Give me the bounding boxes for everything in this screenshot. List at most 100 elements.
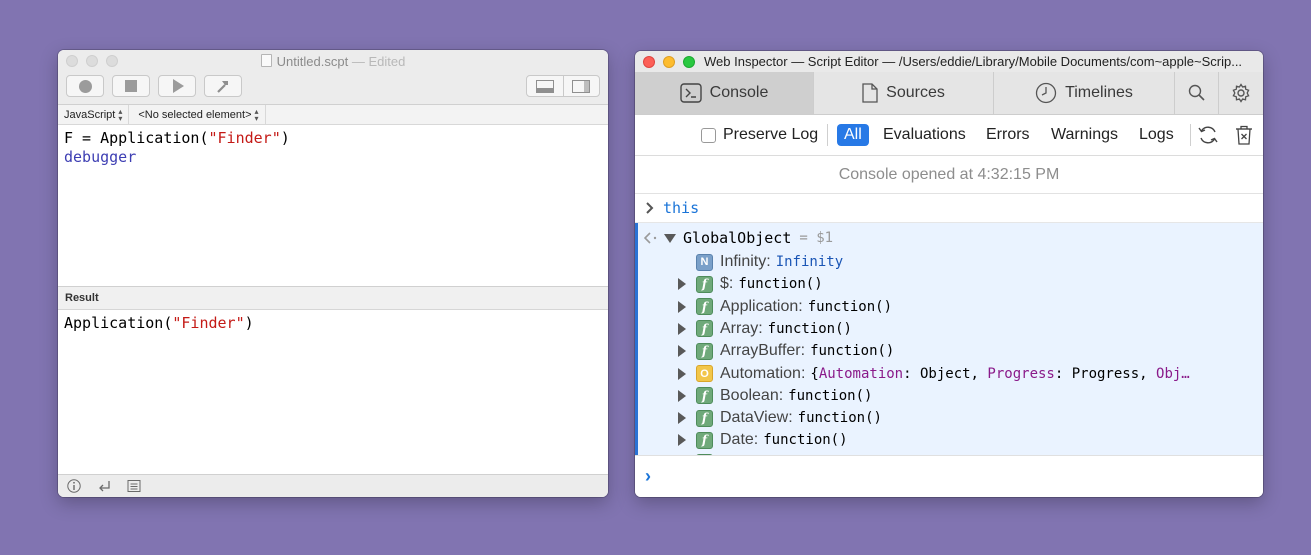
object-reference: = $1 xyxy=(799,230,834,246)
preserve-log-label: Preserve Log xyxy=(723,126,819,143)
value-token: : Progress, xyxy=(1054,365,1157,382)
filter-evaluations[interactable]: Evaluations xyxy=(883,126,966,144)
property-name: Array: xyxy=(720,319,763,337)
search-button[interactable] xyxy=(1175,72,1219,114)
result-arrow-icon xyxy=(644,232,657,244)
value-token: Automation xyxy=(818,365,904,382)
clear-log-icon[interactable] xyxy=(1235,125,1253,145)
script-editor-titlebar: Untitled.scpt — Edited xyxy=(58,50,608,105)
disclosure-triangle-icon[interactable] xyxy=(678,412,686,425)
tab-sources[interactable]: Sources xyxy=(814,72,994,114)
window-controls xyxy=(643,56,695,68)
gear-icon xyxy=(1232,83,1250,103)
property-row[interactable]: f ArrayBuffer: function() xyxy=(678,340,894,362)
show-result-pane-button[interactable] xyxy=(527,76,564,96)
filter-logs[interactable]: Logs xyxy=(1139,126,1174,144)
property-name: DataView: xyxy=(720,409,793,427)
property-name: $: xyxy=(720,275,734,293)
side-pane-icon xyxy=(572,79,591,93)
edited-label: — Edited xyxy=(351,54,406,69)
property-name: Boolean: xyxy=(720,386,784,404)
tab-label: Timelines xyxy=(1065,84,1133,101)
divider xyxy=(827,124,828,146)
language-label: JavaScript xyxy=(64,108,116,121)
result-pane: Application("Finder") xyxy=(58,310,608,474)
console-icon xyxy=(679,83,702,103)
filter-errors[interactable]: Errors xyxy=(986,126,1030,144)
property-row[interactable]: f Date: function() xyxy=(678,429,848,451)
document-icon xyxy=(862,83,878,103)
close-window-button[interactable] xyxy=(643,56,655,68)
property-row[interactable]: f Array: function() xyxy=(678,318,852,340)
reload-icon[interactable] xyxy=(1197,124,1219,146)
preserve-log-toggle[interactable]: Preserve Log xyxy=(701,126,818,144)
property-value: {Automation: Object, Progress: Progress,… xyxy=(810,366,1189,382)
disclosure-triangle-icon[interactable] xyxy=(678,322,686,335)
run-button[interactable] xyxy=(158,75,196,97)
language-popup[interactable]: JavaScript ▴ ▾ xyxy=(58,105,130,124)
search-icon xyxy=(1188,84,1205,101)
property-row[interactable]: f DataView: function() xyxy=(678,407,882,429)
script-editor-text[interactable]: F = Application("Finder") debugger xyxy=(58,125,608,287)
disclosure-triangle-icon[interactable] xyxy=(678,434,686,447)
web-inspector-window: Web Inspector — Script Editor — /Users/e… xyxy=(635,51,1263,497)
result-line: Application("Finder") xyxy=(64,314,602,333)
property-row[interactable]: f Boolean: function() xyxy=(678,385,872,407)
chevron-updown-icon: ▴ ▾ xyxy=(254,106,259,123)
stop-button[interactable] xyxy=(112,75,150,97)
console-opened-message: Console opened at 4:32:15 PM xyxy=(635,156,1263,194)
filter-all[interactable]: All xyxy=(837,124,869,146)
property-row[interactable]: O Automation: {Automation: Object, Progres… xyxy=(678,363,1190,385)
script-editor-window: Untitled.scpt — Edited JavaScript ▴ ▾ <No… xyxy=(58,50,608,497)
property-value: function() xyxy=(807,298,893,315)
console-prompt[interactable]: › xyxy=(635,455,1263,497)
settings-button[interactable] xyxy=(1219,72,1263,114)
value-token: Obj… xyxy=(1156,365,1190,382)
compile-button[interactable] xyxy=(204,75,242,97)
minimize-window-button[interactable] xyxy=(663,56,675,68)
result-object-header[interactable]: GlobalObject = $1 xyxy=(644,227,833,249)
tab-bar: Console Sources Timelines xyxy=(635,72,1263,115)
hammer-icon xyxy=(217,81,228,93)
disclosure-triangle-icon[interactable] xyxy=(678,367,686,380)
console-filter-bar: Preserve Log All Evaluations Errors Warn… xyxy=(635,115,1263,156)
disclosure-triangle-icon[interactable] xyxy=(678,345,686,358)
tab-timelines[interactable]: Timelines xyxy=(994,72,1175,114)
value-token: Progress xyxy=(987,365,1055,382)
property-row[interactable]: N Infinity: Infinity xyxy=(678,251,843,273)
element-popup[interactable]: <No selected element> ▴ ▾ xyxy=(129,105,266,124)
object-name: GlobalObject xyxy=(683,229,792,247)
tab-label: Sources xyxy=(886,84,945,101)
document-icon xyxy=(260,54,272,67)
clock-icon xyxy=(1035,82,1057,104)
value-token: : Object, xyxy=(903,365,988,382)
disclosure-triangle-expanded[interactable] xyxy=(664,233,676,243)
disclosure-triangle-icon[interactable] xyxy=(678,278,686,291)
property-row[interactable]: f Application: function() xyxy=(678,296,892,318)
filter-warnings[interactable]: Warnings xyxy=(1051,126,1118,144)
property-value: function() xyxy=(767,320,852,337)
log-list-icon[interactable] xyxy=(127,479,141,493)
value-token: { xyxy=(810,365,819,382)
property-value: function() xyxy=(788,387,873,404)
result-header: Result xyxy=(58,287,608,310)
info-icon[interactable] xyxy=(67,479,81,493)
property-name: Date: xyxy=(720,431,759,449)
prompt-chevron-icon: › xyxy=(645,466,651,486)
property-row[interactable]: f $: function() xyxy=(678,273,823,295)
number-badge-icon: N xyxy=(696,253,713,271)
return-arrow-icon[interactable] xyxy=(97,479,111,493)
function-badge-icon: f xyxy=(696,320,713,338)
preserve-log-checkbox[interactable] xyxy=(701,127,716,143)
disclosure-triangle-icon[interactable] xyxy=(678,389,686,402)
record-button[interactable] xyxy=(66,75,104,97)
property-value: function() xyxy=(797,410,882,427)
disclosure-triangle-icon[interactable] xyxy=(678,300,686,313)
zoom-window-button[interactable] xyxy=(683,56,695,68)
code-token: debugger xyxy=(64,148,137,166)
show-sidebar-button[interactable] xyxy=(564,76,600,96)
function-badge-icon: f xyxy=(696,275,713,293)
tab-console[interactable]: Console xyxy=(635,72,814,114)
property-name: ArrayBuffer: xyxy=(720,342,806,360)
bottom-pane-icon xyxy=(535,79,554,93)
